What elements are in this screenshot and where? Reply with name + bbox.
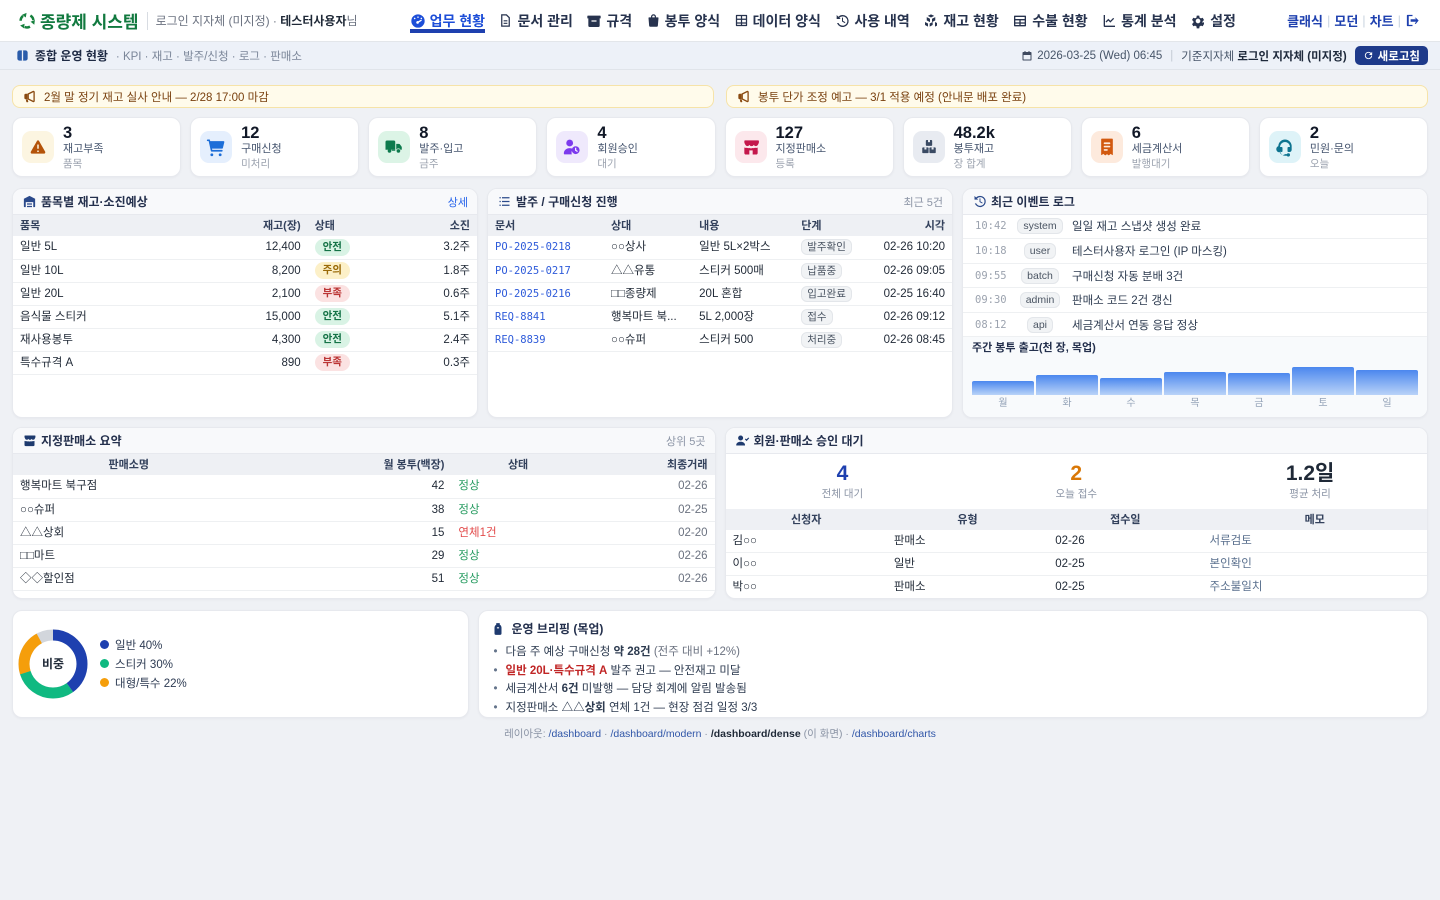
svg-text:비중: 비중 bbox=[42, 657, 64, 671]
